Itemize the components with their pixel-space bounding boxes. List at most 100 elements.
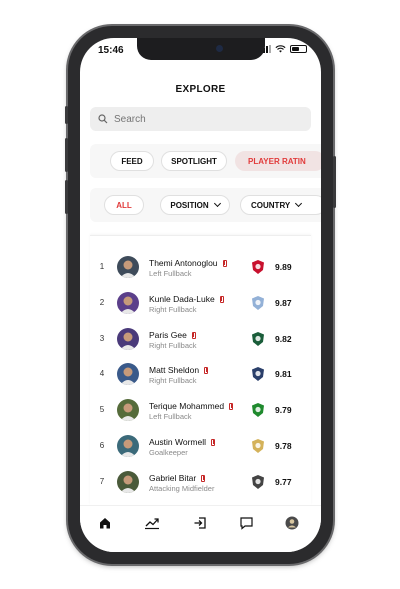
player-rating: 9.78 bbox=[275, 441, 292, 451]
toronto-fc-crest-icon bbox=[252, 260, 264, 274]
flag-icon bbox=[211, 438, 215, 446]
power-button bbox=[333, 156, 336, 208]
avatar bbox=[117, 471, 139, 493]
profile-tab[interactable] bbox=[283, 514, 301, 532]
player-row[interactable]: 4 Matt Sheldon Right Fullback 9.81 bbox=[90, 357, 311, 393]
app-screen: 15:46 EXPLORE FEED bbox=[80, 38, 321, 552]
player-rating: 9.87 bbox=[275, 298, 292, 308]
avatar bbox=[117, 399, 139, 421]
flag-icon bbox=[204, 366, 209, 374]
player-row[interactable]: 3 Paris Gee Right Fullback 9.82 bbox=[90, 322, 311, 358]
mute-switch bbox=[65, 106, 68, 124]
chevron-down-icon bbox=[213, 199, 221, 208]
filter-country-label: COUNTRY bbox=[251, 200, 291, 210]
chat-tab[interactable] bbox=[237, 514, 255, 532]
player-position: Right Fullback bbox=[149, 376, 197, 385]
player-rank: 4 bbox=[99, 369, 105, 378]
player-position: Right Fullback bbox=[149, 341, 197, 350]
player-name: Austin Wormell bbox=[149, 437, 215, 447]
vancouver-crest-icon bbox=[252, 475, 264, 489]
player-row[interactable]: 6 Austin Wormell Goalkeeper 9.78 bbox=[90, 429, 311, 465]
avatar bbox=[117, 292, 139, 314]
battery-icon bbox=[290, 45, 307, 53]
player-rating: 9.81 bbox=[275, 369, 292, 379]
player-rank: 3 bbox=[99, 334, 105, 343]
player-position: Right Fullback bbox=[149, 305, 197, 314]
flag-icon bbox=[229, 402, 234, 410]
player-rating: 9.89 bbox=[275, 262, 292, 272]
search-icon bbox=[98, 114, 108, 124]
player-position: Attacking Midfielder bbox=[149, 484, 215, 493]
home-icon bbox=[100, 518, 110, 529]
player-position: Left Fullback bbox=[149, 269, 192, 278]
player-rank: 2 bbox=[99, 298, 105, 307]
player-rank: 7 bbox=[99, 477, 105, 486]
player-rating: 9.77 bbox=[275, 477, 292, 487]
search-bar[interactable] bbox=[90, 107, 311, 131]
player-position: Goalkeeper bbox=[149, 448, 188, 457]
player-rating: 9.79 bbox=[275, 405, 292, 415]
player-name: Kunle Dada-Luke bbox=[149, 294, 224, 304]
tab-player-ratings[interactable]: PLAYER RATIN bbox=[235, 151, 321, 171]
new-york-city-fc-crest-icon bbox=[252, 367, 264, 381]
notch bbox=[136, 38, 265, 60]
player-rank: 5 bbox=[99, 405, 105, 414]
status-icons bbox=[260, 45, 307, 53]
trending-icon bbox=[145, 518, 159, 530]
player-name-text: Terique Mohammed bbox=[149, 401, 225, 411]
player-row[interactable]: 5 Terique Mohammed Left Fullback 9.79 bbox=[90, 393, 311, 429]
player-position: Left Fullback bbox=[149, 412, 192, 421]
filter-bar: ALL POSITION COUNTRY bbox=[90, 188, 321, 222]
filter-all-button[interactable]: ALL bbox=[104, 195, 144, 215]
portland-timbers-crest-icon bbox=[252, 332, 264, 346]
player-name-text: Matt Sheldon bbox=[149, 365, 200, 375]
tab-spotlight[interactable]: SPOTLIGHT bbox=[161, 151, 227, 171]
trending-tab[interactable] bbox=[143, 514, 161, 532]
player-name-text: Themi Antonoglou bbox=[149, 258, 218, 268]
filter-country-dropdown[interactable]: COUNTRY bbox=[240, 195, 321, 215]
front-camera bbox=[215, 45, 223, 52]
player-name: Paris Gee bbox=[149, 330, 196, 340]
wifi-icon bbox=[275, 45, 286, 53]
player-name: Gabriel Bitar bbox=[149, 473, 206, 483]
player-name-text: Austin Wormell bbox=[149, 437, 206, 447]
avatar bbox=[117, 435, 139, 457]
flag-icon bbox=[219, 295, 224, 303]
player-rank: 6 bbox=[99, 441, 105, 450]
austin-fc-crest-icon bbox=[252, 403, 264, 417]
chevron-down-icon bbox=[295, 199, 303, 208]
filter-position-label: POSITION bbox=[170, 200, 209, 210]
login-tab[interactable] bbox=[191, 514, 209, 532]
page-title: EXPLORE bbox=[175, 84, 226, 95]
player-ratings-list: 1 Themi Antonoglou Left Fullback 9.89 2 Kunle… bbox=[90, 235, 311, 505]
player-name: Themi Antonoglou bbox=[149, 258, 227, 268]
avatar bbox=[117, 363, 139, 385]
flag-icon bbox=[191, 331, 196, 339]
tab-feed[interactable]: FEED bbox=[110, 151, 154, 171]
player-name-text: Gabriel Bitar bbox=[149, 473, 197, 483]
player-rating: 9.82 bbox=[275, 334, 292, 344]
phone-frame: 15:46 EXPLORE FEED bbox=[65, 26, 336, 564]
home-tab[interactable] bbox=[96, 514, 114, 532]
volume-down-button bbox=[65, 180, 68, 214]
login-icon bbox=[194, 517, 206, 529]
player-row[interactable]: 7 Gabriel Bitar Attacking Midfielder 9.77 bbox=[90, 465, 311, 501]
flag-icon bbox=[222, 259, 227, 267]
la-galaxy-crest-icon bbox=[252, 439, 264, 453]
player-name: Matt Sheldon bbox=[149, 365, 209, 375]
player-row[interactable]: 2 Kunle Dada-Luke Right Fullback 9.87 bbox=[90, 286, 311, 322]
sporting-kc-crest-icon bbox=[252, 296, 264, 310]
filter-position-dropdown[interactable]: POSITION bbox=[160, 195, 230, 215]
avatar bbox=[117, 328, 139, 350]
player-name: Terique Mohammed bbox=[149, 401, 234, 411]
player-rank: 1 bbox=[99, 262, 105, 271]
avatar bbox=[117, 256, 139, 278]
player-name-text: Kunle Dada-Luke bbox=[149, 294, 215, 304]
player-row[interactable]: 1 Themi Antonoglou Left Fullback 9.89 bbox=[90, 250, 311, 286]
bottom-tab-bar bbox=[80, 505, 321, 552]
volume-up-button bbox=[65, 138, 68, 172]
search-input[interactable] bbox=[114, 113, 294, 125]
profile-icon bbox=[285, 516, 299, 530]
status-time: 15:46 bbox=[98, 45, 124, 56]
section-tabs: FEED SPOTLIGHT PLAYER RATIN bbox=[90, 144, 321, 178]
